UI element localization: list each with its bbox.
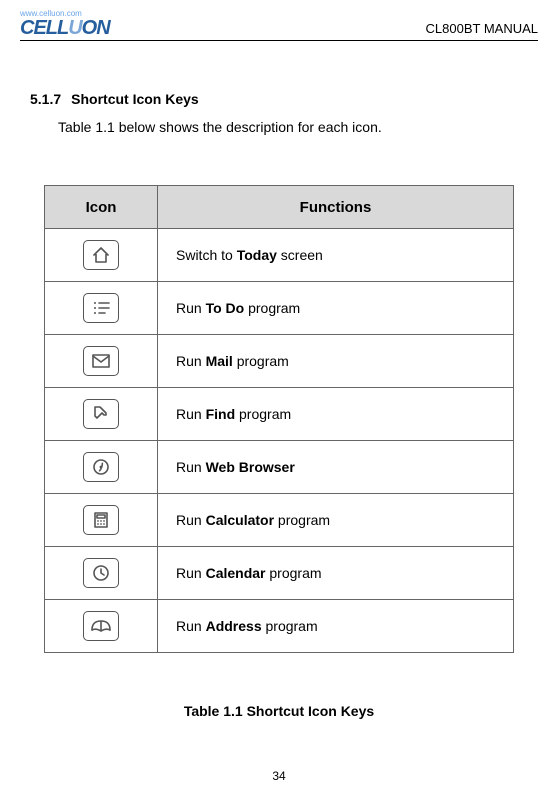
function-cell: Run Calendar program xyxy=(158,547,514,600)
function-cell: Run Address program xyxy=(158,600,514,653)
shortcut-icons-table: Icon Functions Switch to Today screenRun… xyxy=(44,185,514,653)
function-cell: Run To Do program xyxy=(158,282,514,335)
function-text-post: program xyxy=(244,300,300,316)
section-number: 5.1.7 xyxy=(30,91,61,107)
function-text-bold: Web Browser xyxy=(206,459,295,475)
table-row: Run Calculator program xyxy=(45,494,514,547)
web-icon xyxy=(83,452,119,482)
function-text-post: program xyxy=(233,353,289,369)
manual-page: www.celluon.com CELLUON CL800BT MANUAL 5… xyxy=(0,0,558,793)
brand-name: CELLUON xyxy=(20,18,110,38)
section-intro: Table 1.1 below shows the description fo… xyxy=(58,119,538,135)
brand-logo: www.celluon.com CELLUON xyxy=(20,10,110,38)
function-text-bold: Mail xyxy=(206,353,233,369)
page-number: 34 xyxy=(20,769,538,783)
function-text-bold: Address xyxy=(206,618,262,634)
page-header: www.celluon.com CELLUON CL800BT MANUAL xyxy=(20,10,538,41)
function-cell: Switch to Today screen xyxy=(158,229,514,282)
icon-cell xyxy=(45,494,158,547)
function-cell: Run Calculator program xyxy=(158,494,514,547)
function-cell: Run Mail program xyxy=(158,335,514,388)
table-caption: Table 1.1 Shortcut Icon Keys xyxy=(20,703,538,719)
table-row: Run Calendar program xyxy=(45,547,514,600)
function-text-pre: Run xyxy=(176,406,206,422)
table-row: Switch to Today screen xyxy=(45,229,514,282)
function-text-bold: Calendar xyxy=(206,565,266,581)
address-icon xyxy=(83,611,119,641)
function-text-post: screen xyxy=(277,247,323,263)
function-text-pre: Run xyxy=(176,459,206,475)
section-heading: 5.1.7 Shortcut Icon Keys xyxy=(30,91,538,107)
table-row: Run To Do program xyxy=(45,282,514,335)
calendar-icon xyxy=(83,558,119,588)
table-body: Switch to Today screenRun To Do programR… xyxy=(45,229,514,653)
find-icon xyxy=(83,399,119,429)
function-text-pre: Run xyxy=(176,618,206,634)
function-text-pre: Run xyxy=(176,565,206,581)
table-row: Run Find program xyxy=(45,388,514,441)
function-cell: Run Find program xyxy=(158,388,514,441)
home-icon xyxy=(83,240,119,270)
function-text-bold: Find xyxy=(206,406,236,422)
table-row: Run Address program xyxy=(45,600,514,653)
function-text-post: program xyxy=(266,565,322,581)
table-row: Run Web Browser xyxy=(45,441,514,494)
icon-cell xyxy=(45,229,158,282)
icon-cell xyxy=(45,335,158,388)
function-text-bold: To Do xyxy=(206,300,245,316)
todo-icon xyxy=(83,293,119,323)
icon-cell xyxy=(45,282,158,335)
document-title: CL800BT MANUAL xyxy=(426,21,538,38)
function-text-pre: Run xyxy=(176,512,206,528)
brand-part-c: ON xyxy=(82,17,110,39)
brand-part-a: CELL xyxy=(20,17,68,39)
function-text-bold: Calculator xyxy=(206,512,274,528)
calculator-icon xyxy=(83,505,119,535)
function-text-pre: Switch to xyxy=(176,247,237,263)
function-text-pre: Run xyxy=(176,300,206,316)
brand-part-b: U xyxy=(68,17,81,39)
function-cell: Run Web Browser xyxy=(158,441,514,494)
column-header-icon: Icon xyxy=(45,186,158,229)
function-text-pre: Run xyxy=(176,353,206,369)
icon-cell xyxy=(45,388,158,441)
section-title-text: Shortcut Icon Keys xyxy=(71,91,199,107)
icon-cell xyxy=(45,441,158,494)
function-text-post: program xyxy=(262,618,318,634)
mail-icon xyxy=(83,346,119,376)
function-text-post: program xyxy=(274,512,330,528)
table-row: Run Mail program xyxy=(45,335,514,388)
icon-cell xyxy=(45,547,158,600)
icon-cell xyxy=(45,600,158,653)
function-text-bold: Today xyxy=(237,247,277,263)
function-text-post: program xyxy=(235,406,291,422)
column-header-functions: Functions xyxy=(158,186,514,229)
